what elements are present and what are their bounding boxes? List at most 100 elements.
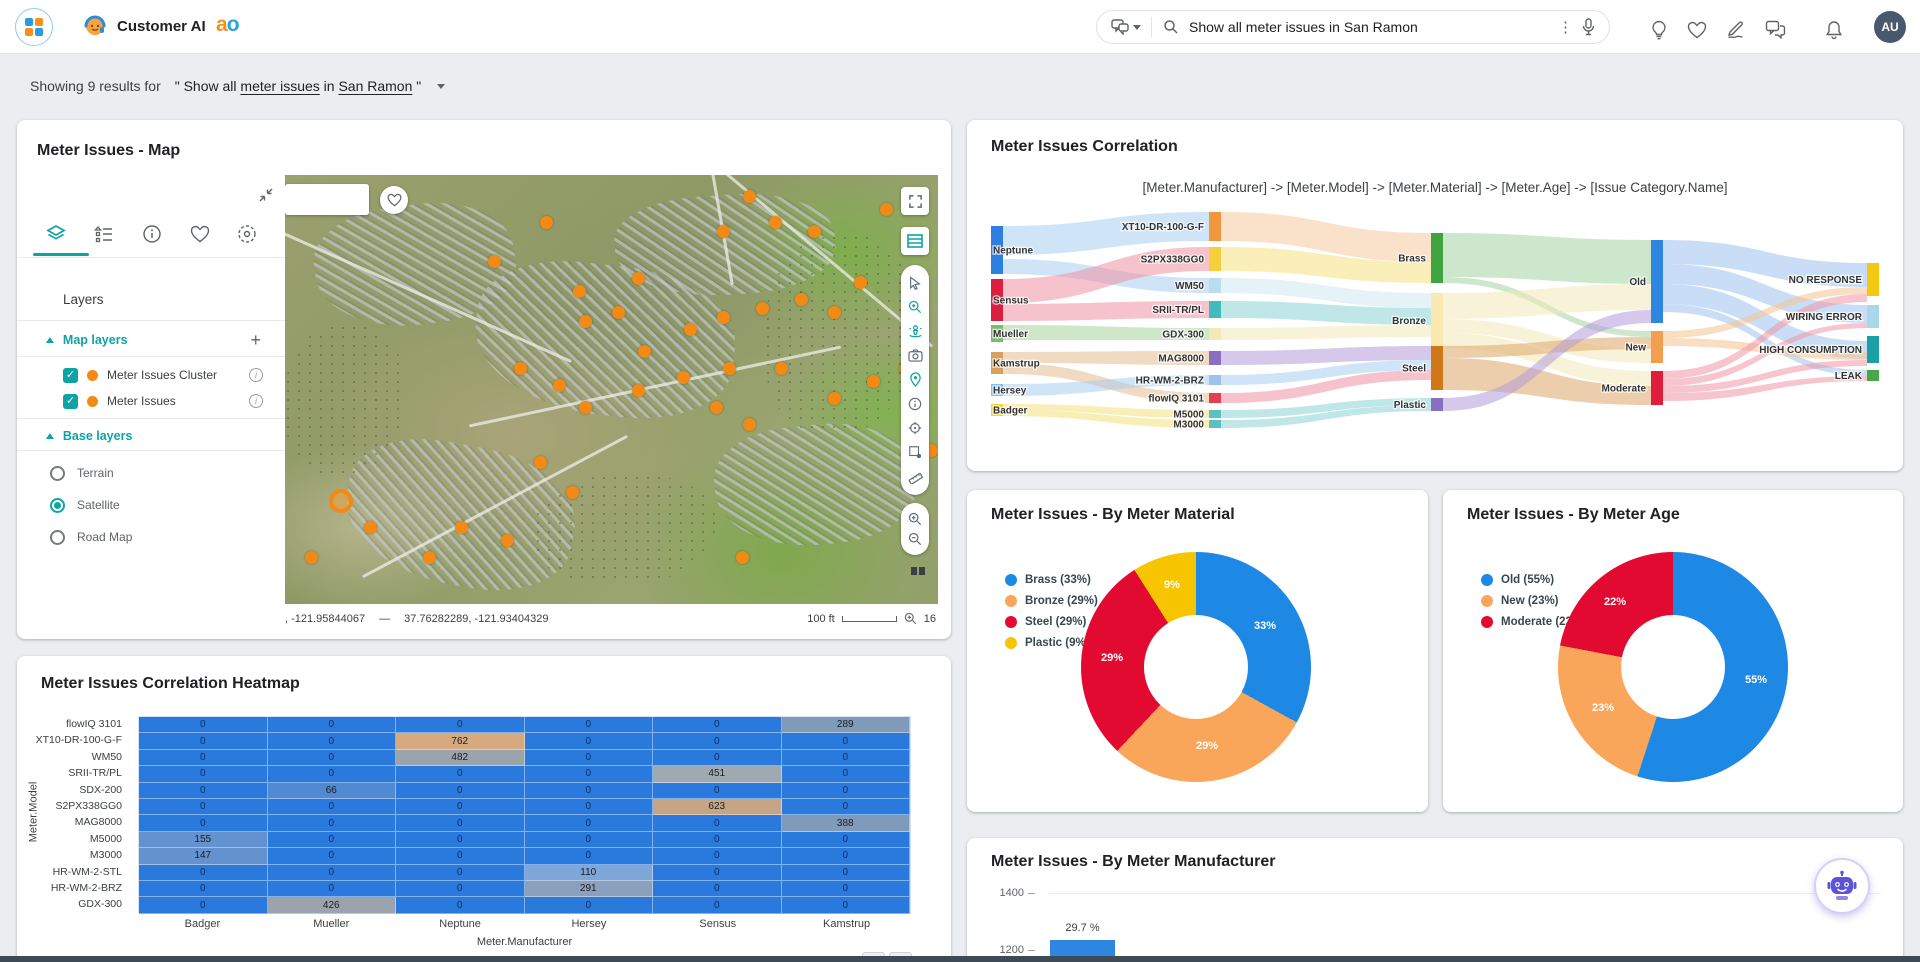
heatmap-cell[interactable]: 0 xyxy=(268,865,397,881)
heatmap-cell[interactable]: 0 xyxy=(139,717,268,733)
heatmap-cell[interactable]: 0 xyxy=(268,848,397,864)
heatmap-cell[interactable]: 0 xyxy=(653,865,782,881)
map-layers-group-header[interactable]: ▲ Map layers + xyxy=(17,326,285,354)
heatmap-cell[interactable]: 0 xyxy=(525,717,654,733)
pen-icon[interactable] xyxy=(1726,20,1746,39)
heatmap-cell[interactable]: 289 xyxy=(782,717,911,733)
tab-info[interactable] xyxy=(142,224,162,244)
map-marker[interactable] xyxy=(828,306,841,319)
map-table-button[interactable] xyxy=(901,227,929,255)
map-fullscreen-button[interactable] xyxy=(901,187,929,215)
heatmap-cell[interactable]: 0 xyxy=(525,766,654,782)
sankey-node-NO RESPONSE[interactable] xyxy=(1867,263,1879,296)
heatmap-cell[interactable]: 0 xyxy=(782,766,911,782)
heatmap-cell[interactable]: 0 xyxy=(653,815,782,831)
map-marker[interactable] xyxy=(743,190,756,203)
heatmap-cell[interactable]: 451 xyxy=(653,766,782,782)
map-marker[interactable] xyxy=(867,375,880,388)
kebab-icon[interactable]: ⋮ xyxy=(1550,18,1581,36)
heatmap-cell[interactable]: 0 xyxy=(653,848,782,864)
info-icon[interactable]: i xyxy=(249,368,263,382)
legend-item[interactable]: Bronze (29%) xyxy=(1005,595,1098,607)
sankey-node-MAG8000[interactable] xyxy=(1209,351,1221,365)
tab-favorites[interactable] xyxy=(190,225,210,243)
map-marker[interactable] xyxy=(775,362,788,375)
donut-material-chart[interactable] xyxy=(1081,552,1311,782)
heatmap-cell[interactable]: 0 xyxy=(268,815,397,831)
sankey-node-Bronze[interactable] xyxy=(1431,293,1443,348)
map-marker[interactable] xyxy=(573,285,586,298)
radio-unselected[interactable] xyxy=(50,530,65,545)
heart-icon[interactable] xyxy=(1687,21,1707,39)
query-entity-san-ramon[interactable]: San Ramon xyxy=(338,78,412,94)
ruler-icon[interactable] xyxy=(908,469,923,484)
map-marker[interactable] xyxy=(756,302,769,315)
sankey-node-Plastic[interactable] xyxy=(1431,398,1443,411)
map-marker[interactable] xyxy=(612,306,625,319)
heatmap-cell[interactable]: 0 xyxy=(268,766,397,782)
sankey-node-Steel[interactable] xyxy=(1431,346,1443,390)
sankey-node-WIRING ERROR[interactable] xyxy=(1867,305,1879,328)
sankey-link[interactable] xyxy=(1443,233,1651,284)
mic-icon[interactable] xyxy=(1581,18,1596,36)
map-marker[interactable] xyxy=(710,401,723,414)
legend-item[interactable]: Brass (33%) xyxy=(1005,574,1098,586)
heatmap-cell[interactable]: 0 xyxy=(139,733,268,749)
user-avatar[interactable]: AU xyxy=(1874,11,1906,43)
heatmap-cell[interactable]: 0 xyxy=(268,832,397,848)
heatmap-cell[interactable]: 0 xyxy=(525,897,654,913)
radio-unselected[interactable] xyxy=(50,466,65,481)
heatmap-cell[interactable]: 0 xyxy=(525,832,654,848)
cursor-icon[interactable] xyxy=(908,276,922,290)
heatmap-cell[interactable]: 0 xyxy=(396,766,525,782)
sankey-node-S2PX338GG0[interactable] xyxy=(1209,247,1221,271)
heatmap-cell[interactable]: 0 xyxy=(396,881,525,897)
heatmap-cell[interactable]: 0 xyxy=(396,783,525,799)
heatmap-cell[interactable]: 0 xyxy=(525,815,654,831)
heatmap-cell[interactable]: 0 xyxy=(782,799,911,815)
tab-layers[interactable] xyxy=(45,223,67,245)
heatmap-cell[interactable]: 0 xyxy=(396,848,525,864)
heatmap-cell[interactable]: 762 xyxy=(396,733,525,749)
heatmap-cell[interactable]: 0 xyxy=(653,783,782,799)
base-layers-group-header[interactable]: ▲ Base layers xyxy=(17,422,285,450)
donut-age-chart[interactable] xyxy=(1558,552,1788,782)
crosshair-icon[interactable] xyxy=(908,421,922,435)
heatmap-cell[interactable]: 0 xyxy=(268,717,397,733)
map-marker[interactable] xyxy=(717,225,730,238)
apps-logo-button[interactable] xyxy=(15,8,53,46)
map-marker[interactable] xyxy=(717,311,730,324)
heatmap-cell[interactable]: 0 xyxy=(782,897,911,913)
legend-item[interactable]: New (23%) xyxy=(1481,595,1586,607)
heatmap-cell[interactable]: 0 xyxy=(525,799,654,815)
heatmap-cell[interactable]: 0 xyxy=(782,881,911,897)
sankey-node-Moderate[interactable] xyxy=(1651,371,1663,405)
map-marker[interactable] xyxy=(880,203,893,216)
map-search-box[interactable] xyxy=(285,184,369,215)
sankey-node-M5000[interactable] xyxy=(1209,410,1221,418)
map-marker[interactable] xyxy=(632,384,645,397)
map-marker[interactable] xyxy=(501,534,514,547)
heatmap-cell[interactable]: 0 xyxy=(653,733,782,749)
map-marker[interactable] xyxy=(684,323,697,336)
heatmap-cell[interactable]: 0 xyxy=(525,733,654,749)
map-marker[interactable] xyxy=(488,255,501,268)
map-marker[interactable] xyxy=(723,362,736,375)
map-marker[interactable] xyxy=(808,225,821,238)
heatmap-cell[interactable]: 482 xyxy=(396,750,525,766)
map-marker[interactable] xyxy=(540,216,553,229)
radio-selected[interactable] xyxy=(50,498,65,513)
heatmap-cell[interactable]: 155 xyxy=(139,832,268,848)
heatmap-cell[interactable]: 0 xyxy=(396,815,525,831)
sankey-node-WM50[interactable] xyxy=(1209,278,1221,293)
map-marker[interactable] xyxy=(553,379,566,392)
heatmap-cell[interactable]: 0 xyxy=(139,783,268,799)
map-marker[interactable] xyxy=(736,551,749,564)
heatmap-cell[interactable]: 0 xyxy=(782,865,911,881)
chats-icon[interactable] xyxy=(1765,20,1786,39)
checkbox-checked[interactable]: ✓ xyxy=(63,394,78,409)
heatmap-cell[interactable]: 0 xyxy=(139,881,268,897)
heatmap-cell[interactable]: 0 xyxy=(653,881,782,897)
heatmap-cell[interactable]: 0 xyxy=(782,848,911,864)
sankey-node-SRII-TR/PL[interactable] xyxy=(1209,301,1221,318)
